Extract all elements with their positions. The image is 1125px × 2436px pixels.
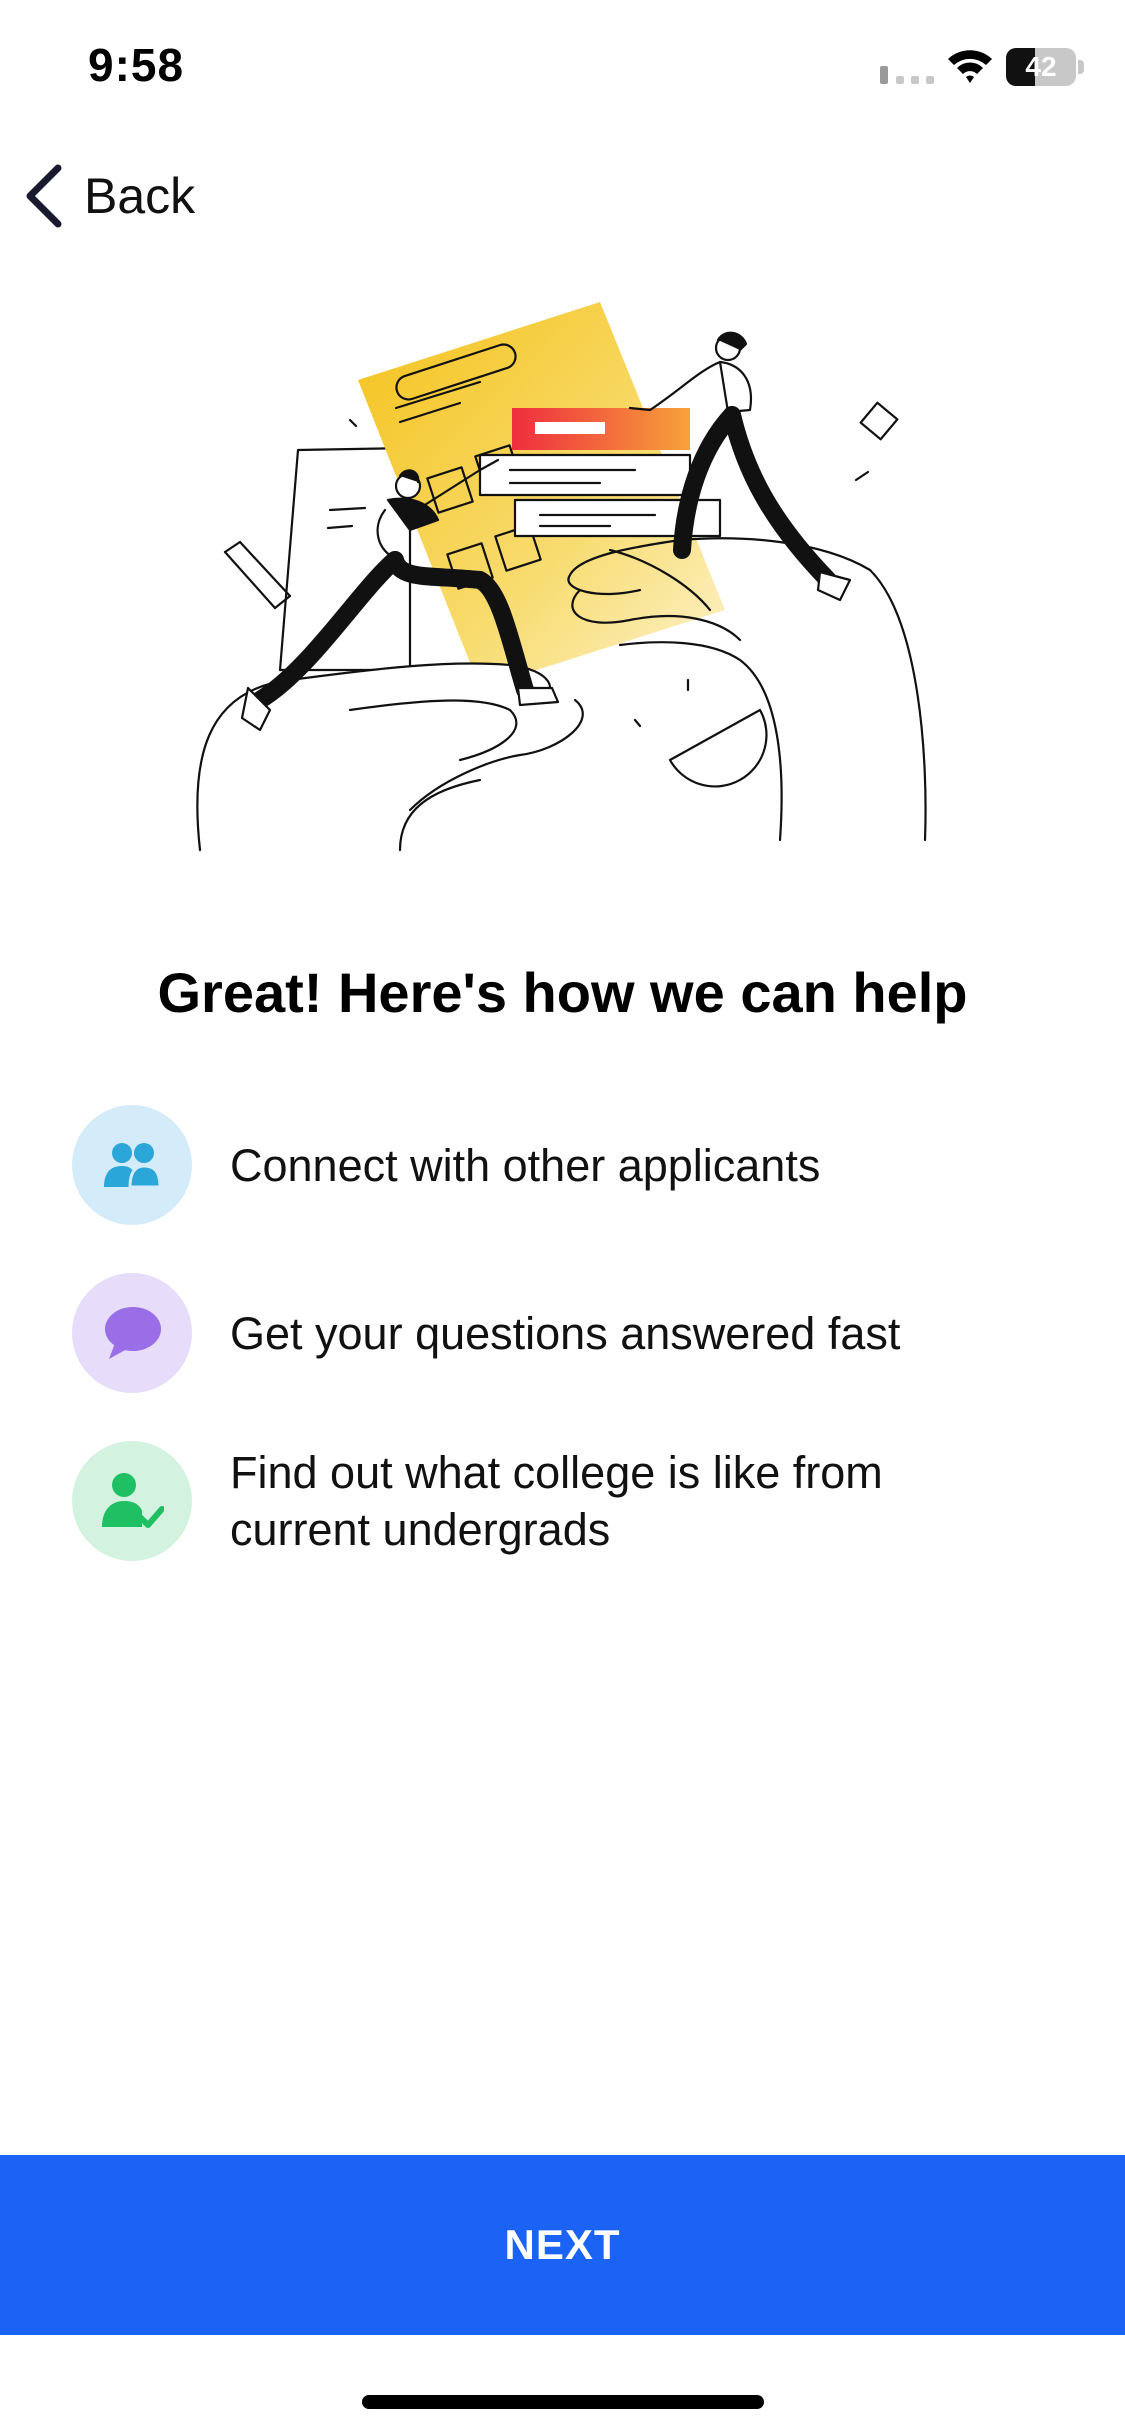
back-label: Back <box>84 168 196 224</box>
feature-item-questions: Get your questions answered fast <box>72 1273 990 1393</box>
feature-text-connect: Connect with other applicants <box>230 1139 821 1191</box>
battery-icon: 42 <box>1006 48 1084 86</box>
feature-item-connect: Connect with other applicants <box>72 1105 990 1225</box>
signal-icon <box>880 66 934 84</box>
back-button[interactable]: Back <box>22 160 195 232</box>
chat-bubble-icon <box>72 1273 192 1393</box>
next-button[interactable]: NEXT <box>0 2155 1125 2335</box>
status-bar: 9:58 42 <box>0 0 1125 135</box>
wifi-icon <box>948 50 992 83</box>
next-label: NEXT <box>504 2221 621 2268</box>
verified-user-icon <box>72 1441 192 1561</box>
feature-text-questions: Get your questions answered fast <box>230 1307 901 1359</box>
chevron-left-icon <box>26 164 62 228</box>
home-indicator[interactable] <box>362 2395 764 2409</box>
status-time: 9:58 <box>88 39 185 91</box>
battery-percentage: 42 <box>1025 51 1057 82</box>
page-title: Great! Here's how we can help <box>157 961 968 1024</box>
people-icon <box>72 1105 192 1225</box>
feature-text-undergrads: Find out what college is like from curre… <box>230 1447 883 1555</box>
onboarding-screen: 9:58 42 Back Great! Here's how we can he… <box>0 0 1125 2436</box>
feature-item-undergrads: Find out what college is like from curre… <box>72 1441 990 1561</box>
people-exchanging-documents-illustration <box>196 302 927 852</box>
